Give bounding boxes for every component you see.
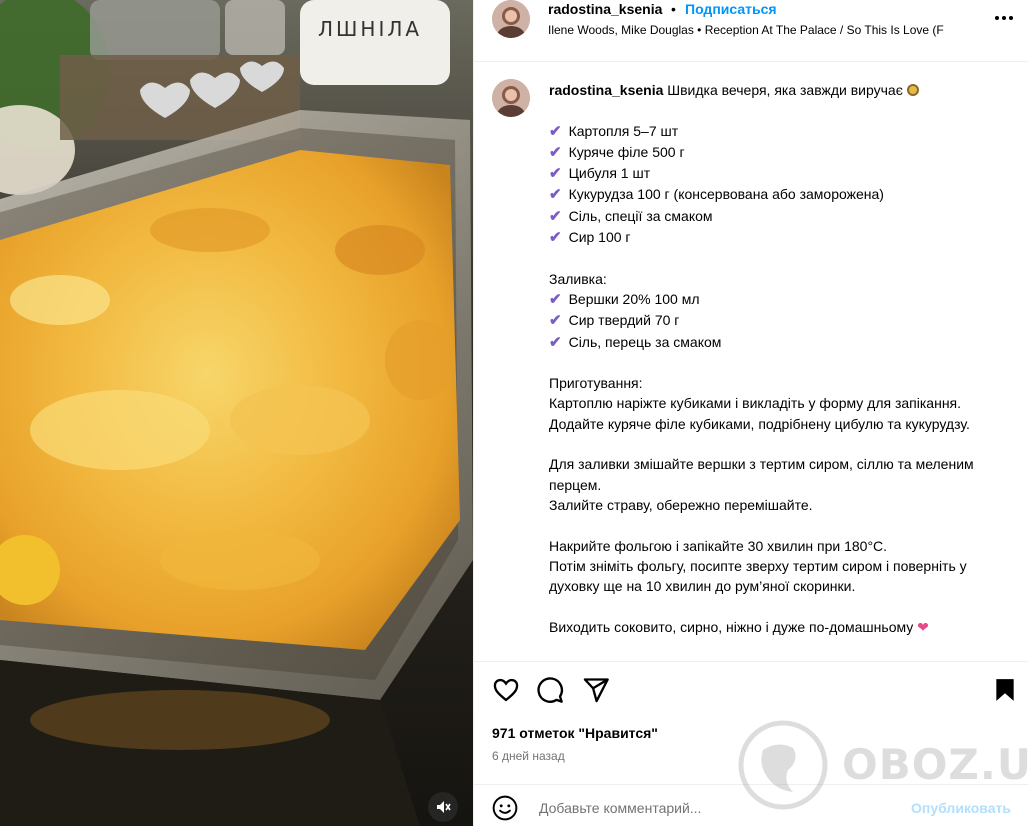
post-comment-button[interactable]: Опубликовать [911,800,1011,816]
check-icon: ✔ [549,143,562,161]
like-heart-icon[interactable] [492,676,520,704]
ingredient-text: Кукурудза 100 г (консервована або заморо… [568,186,884,203]
bake-step: Потім зніміть фольгу, посипте зверху тер… [549,557,971,595]
filling-item: ✔ Вершки 20% 100 мл [549,289,989,310]
check-icon: ✔ [549,229,562,247]
prep-title: Приготування: [549,375,643,392]
check-icon: ✔ [549,186,562,204]
post-details-panel: radostina_ksenia • Подписаться Ilene Woo… [473,0,1028,826]
caption-author-avatar[interactable] [492,79,530,117]
ingredient-text: Картопля 5–7 шт [568,122,679,139]
filling-item: ✔ Сир твердий 70 г [549,310,989,331]
prep-step: Картоплю наріжте кубиками і викладіть у … [549,395,962,412]
share-paper-plane-icon[interactable] [582,676,610,704]
ingredient-item: ✔ Куряче філе 500 г [549,142,989,163]
dot-icon [995,16,999,20]
ingredient-text: Цибуля 1 шт [568,165,651,182]
ingredient-text: Сир 100 г [568,229,631,246]
dot-icon [1002,16,1006,20]
check-icon: ✔ [549,333,562,351]
prep-step: Додайте куряче філе кубиками, подрібнену… [549,415,970,432]
avatar-image [492,79,530,117]
dot-icon [1009,16,1013,20]
final-text: Виходить соковито, сирно, ніжно і дуже п… [549,618,914,635]
post-header: radostina_ksenia • Подписаться Ilene Woo… [474,0,1028,62]
caption-text: radostina_ksenia Швидка вечеря, яка завж… [549,80,989,637]
caption-intro: Швидка вечеря, яка завжди виручає [667,82,903,98]
filling-text: Сир твердий 70 г [568,312,680,329]
sauce-step: Залийте страву, обережно перемішайте. [549,496,813,513]
comment-input[interactable] [537,795,901,821]
mute-button[interactable] [428,792,458,822]
heart-eyes-emoji-icon: ❤ [917,618,929,635]
likes-count[interactable]: 971 отметок "Нравится" [492,725,658,741]
pan-emoji-icon [906,84,919,96]
check-icon: ✔ [549,122,562,140]
follow-button[interactable]: Подписаться [685,1,777,17]
ingredient-item: ✔ Сир 100 г [549,227,989,248]
check-icon: ✔ [549,312,562,330]
check-icon: ✔ [549,165,562,183]
comment-bar: Опубликовать [474,784,1028,827]
emoji-smile-icon[interactable] [492,795,518,821]
avatar-image [492,0,530,38]
author-avatar[interactable] [492,0,530,38]
bookmark-icon[interactable] [992,676,1018,704]
filling-text: Вершки 20% 100 мл [568,290,700,307]
audio-track[interactable]: Ilene Woods, Mike Douglas • Reception At… [548,23,988,37]
author-username[interactable]: radostina_ksenia [548,1,662,17]
ingredient-item: ✔ Сіль, спеції за смаком [549,206,989,227]
check-icon: ✔ [549,207,562,225]
ingredient-item: ✔ Кукурудза 100 г (консервована або замор… [549,184,989,205]
post-time[interactable]: 6 дней назад [492,749,565,763]
filling-text: Сіль, перець за смаком [568,333,722,350]
bake-step: Накрийте фольгою і запікайте 30 хвилин п… [549,537,888,554]
comment-icon[interactable] [536,676,564,704]
final-line: Виходить соковито, сирно, ніжно і дуже п… [549,617,989,637]
more-options-button[interactable] [992,8,1016,28]
actions-section: 971 отметок "Нравится" 6 дней назад Опуб… [474,661,1028,826]
caption-intro-line: radostina_ksenia Швидка вечеря, яка завж… [549,80,989,100]
caption-username[interactable]: radostina_ksenia [549,82,663,98]
sauce-step: Для заливки змішайте вершки з тертим сир… [549,456,978,493]
ingredient-item: ✔ Картопля 5–7 шт [549,121,989,142]
jar-label: ЛШНІЛА [318,17,422,41]
ingredient-item: ✔ Цибуля 1 шт [549,163,989,184]
filling-title: Заливка: [549,270,607,287]
ingredient-text: Куряче філе 500 г [568,143,685,160]
speaker-muted-icon [437,801,451,813]
media-image: ЛШНІЛА [0,0,473,826]
post-media[interactable]: ЛШНІЛА [0,0,473,826]
filling-item: ✔ Сіль, перець за смаком [549,332,989,353]
check-icon: ✔ [549,290,562,308]
ingredient-text: Сіль, спеції за смаком [568,207,713,224]
separator-dot: • [671,1,676,17]
caption-section: radostina_ksenia Швидка вечеря, яка завж… [474,63,1028,661]
